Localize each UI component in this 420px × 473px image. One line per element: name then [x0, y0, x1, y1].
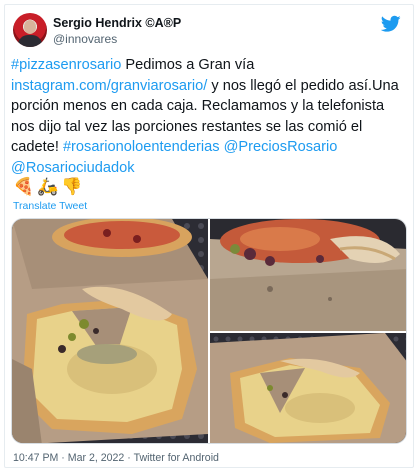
- tweet-body: #pizzasenrosario Pedimos a Gran vía inst…: [11, 55, 403, 178]
- media-grid: [11, 218, 407, 444]
- author-handle[interactable]: @innovares: [53, 32, 117, 46]
- translate-tweet-link[interactable]: Translate Tweet: [13, 200, 87, 212]
- tweet-time[interactable]: 10:47 PM: [13, 452, 58, 464]
- meta-separator: ·: [58, 452, 68, 464]
- mention-link[interactable]: @Rosariociudadok: [11, 160, 135, 176]
- scooter-emoji: 🛵: [37, 177, 59, 196]
- meta-separator: ·: [124, 452, 134, 464]
- tweet-meta: 10:47 PM · Mar 2, 2022 · Twitter for And…: [13, 452, 219, 464]
- photo-pizza-box-bottom-right[interactable]: [210, 333, 406, 443]
- author-name[interactable]: Sergio Hendrix ©A®P: [53, 16, 181, 30]
- emoji-row: 🍕 🛵 👎: [13, 177, 83, 199]
- avatar[interactable]: [13, 13, 47, 47]
- twitter-bird-icon[interactable]: [381, 15, 401, 33]
- hashtag-link[interactable]: #rosarionoloentenderias: [63, 139, 220, 155]
- instagram-link[interactable]: instagram.com/granviarosario/: [11, 78, 207, 94]
- pizza-emoji: 🍕: [13, 177, 35, 196]
- tweet-date[interactable]: Mar 2, 2022: [68, 452, 125, 464]
- tweet-header: Sergio Hendrix ©A®P @innovares: [11, 13, 401, 53]
- tweet-text-segment: Pedimos a Gran vía: [121, 57, 255, 73]
- photo-pizza-box-top-right[interactable]: [210, 219, 406, 331]
- tweet-card: Sergio Hendrix ©A®P @innovares #pizzasen…: [4, 4, 414, 468]
- hashtag-link[interactable]: #pizzasenrosario: [11, 57, 121, 73]
- mention-link[interactable]: @PreciosRosario: [224, 139, 338, 155]
- photo-pizza-box-left[interactable]: [12, 219, 208, 443]
- thumbs-down-emoji: 👎: [61, 177, 83, 196]
- tweet-source: Twitter for Android: [133, 452, 219, 464]
